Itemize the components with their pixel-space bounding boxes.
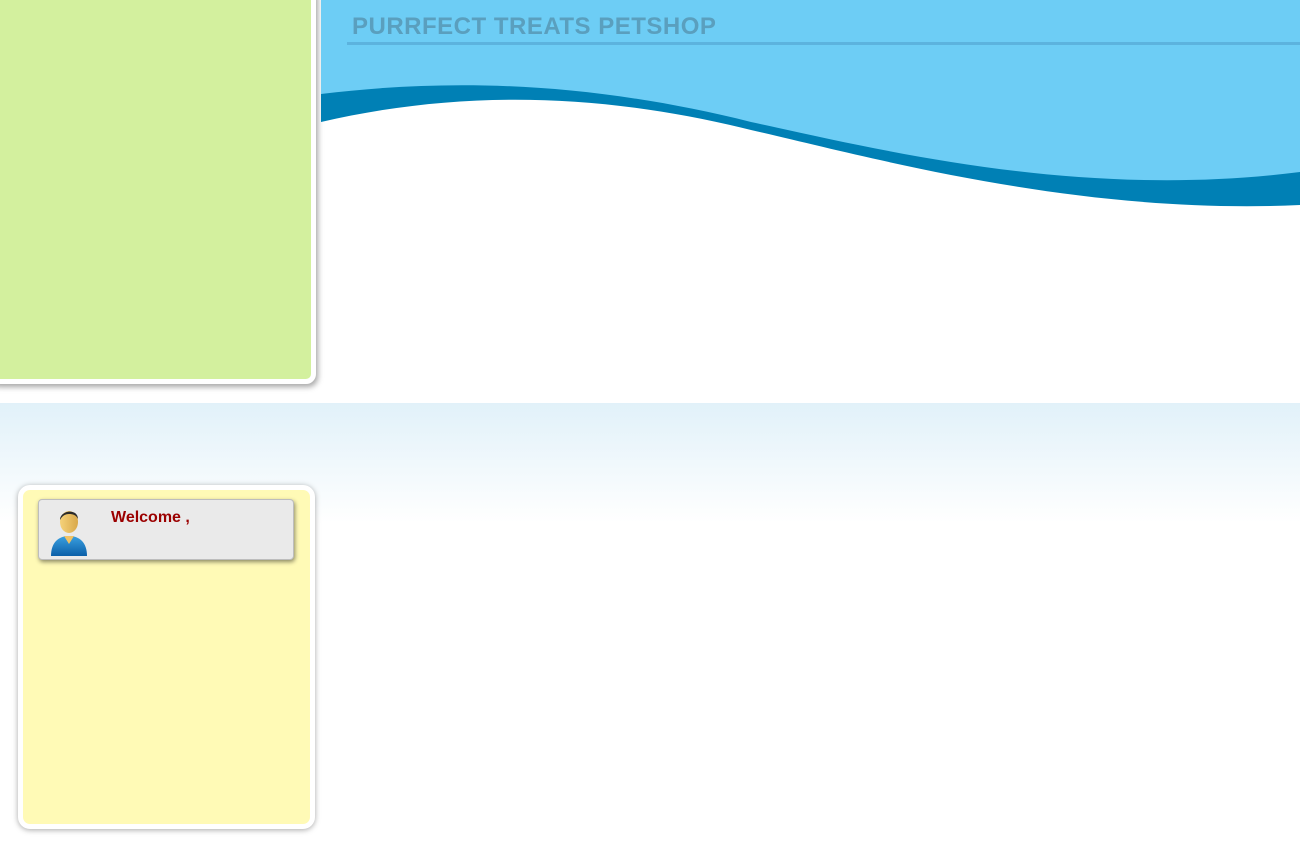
user-sidebar-panel: Welcome , [18, 485, 315, 829]
welcome-box: Welcome , [38, 499, 294, 560]
title-underline [347, 42, 1300, 45]
welcome-label: Welcome , [111, 509, 190, 526]
top-left-panel [0, 0, 316, 384]
user-avatar-icon [51, 511, 87, 556]
site-title: PURRFECT TREATS PETSHOP [352, 13, 717, 40]
page: PURRFECT TREATS PETSHOP Welcome , [0, 0, 1300, 867]
